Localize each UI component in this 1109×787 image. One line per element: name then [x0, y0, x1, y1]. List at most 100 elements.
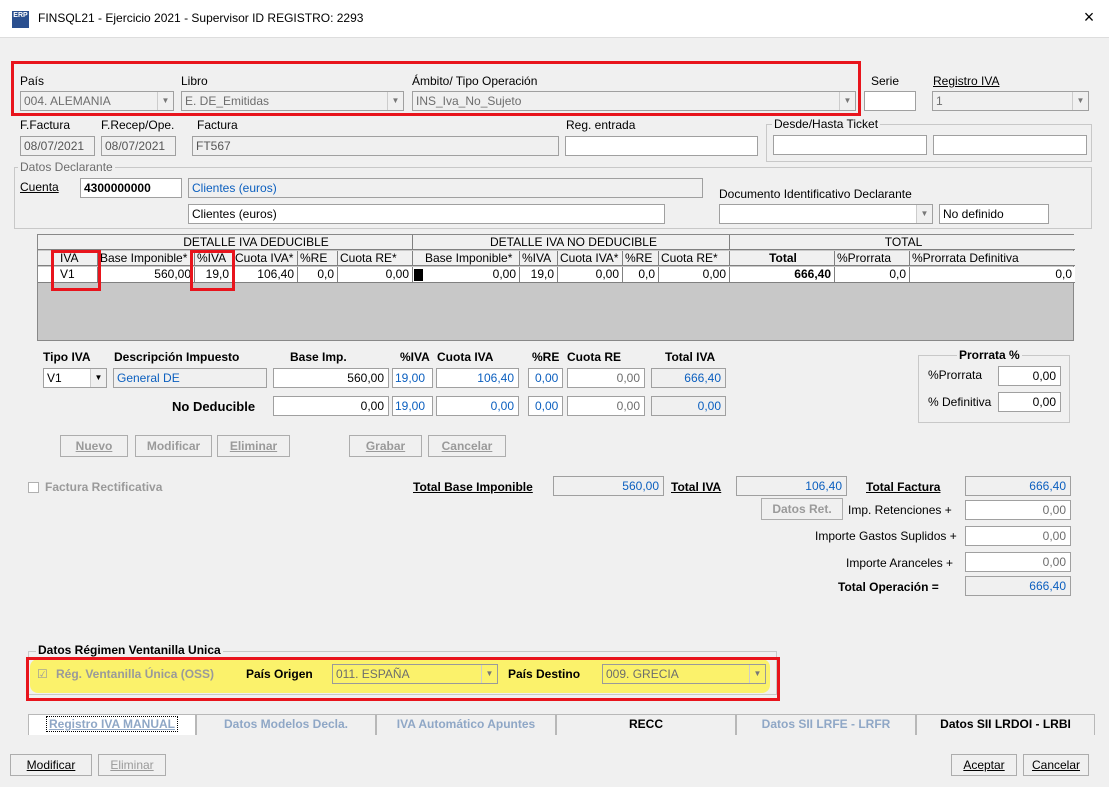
- highlight-header-box: [11, 61, 861, 116]
- aranceles-field[interactable]: 0,00: [965, 552, 1071, 572]
- cuota-re-label: Cuota RE: [567, 350, 621, 364]
- col-base[interactable]: Base Imponible*: [98, 251, 195, 266]
- eliminar-button[interactable]: Eliminar: [98, 754, 166, 776]
- col-cuota[interactable]: Cuota IVA*: [233, 251, 298, 266]
- col-cuotare[interactable]: Cuota RE*: [338, 251, 413, 266]
- cell-nbase[interactable]: 0,00: [423, 267, 520, 282]
- total-iva-label: Total IVA: [665, 350, 716, 364]
- definitiva-field[interactable]: 0,00: [998, 392, 1061, 412]
- chevron-down-icon[interactable]: ▼: [90, 369, 106, 387]
- eliminar-detail-button[interactable]: Eliminar: [217, 435, 290, 457]
- retenciones-field[interactable]: 0,00: [965, 500, 1071, 520]
- highlight-piva-col: [190, 250, 235, 291]
- chevron-down-icon[interactable]: ▼: [1072, 92, 1088, 110]
- descripcion-field: General DE: [113, 368, 267, 388]
- cell-ncuota[interactable]: 0,00: [558, 267, 623, 282]
- regentrada-field[interactable]: [565, 136, 758, 156]
- app-logo-icon: ERP: [12, 11, 29, 28]
- tab-recc[interactable]: RECC: [556, 714, 736, 735]
- chevron-down-icon[interactable]: ▼: [916, 205, 932, 223]
- tab-datos-modelos[interactable]: Datos Modelos Decla.: [196, 714, 376, 735]
- regentrada-label: Reg. entrada: [566, 118, 636, 132]
- total-iva-summary-field: 106,40: [736, 476, 847, 496]
- total-base-field: 560,00: [553, 476, 664, 496]
- cell-total[interactable]: 666,40: [730, 267, 835, 282]
- doc-select[interactable]: ▼: [719, 204, 933, 224]
- piva1-field[interactable]: 19,00: [392, 368, 433, 388]
- col-total[interactable]: Total: [730, 251, 835, 266]
- cuota2-field[interactable]: 0,00: [436, 396, 519, 416]
- nuevo-button[interactable]: Nuevo: [60, 435, 128, 457]
- grid-section-header: DETALLE IVA DEDUCIBLE DETALLE IVA NO DED…: [38, 235, 1075, 250]
- declarante-group-title: Datos Declarante: [18, 160, 115, 174]
- cuota1-field[interactable]: 106,40: [436, 368, 519, 388]
- tipo-iva-label: Tipo IVA: [43, 350, 91, 364]
- modificar-button[interactable]: Modificar: [10, 754, 92, 776]
- frecep-field[interactable]: 08/07/2021: [101, 136, 176, 156]
- cuenta-field[interactable]: 4300000000: [80, 178, 182, 198]
- cell-cuota[interactable]: 106,40: [233, 267, 298, 282]
- cancelar-button[interactable]: Cancelar: [1023, 754, 1089, 776]
- tab-iva-automatico[interactable]: IVA Automático Apuntes: [376, 714, 556, 735]
- col-pre[interactable]: %RE: [298, 251, 338, 266]
- title-bar: ERP FINSQL21 - Ejercicio 2021 - Supervis…: [0, 0, 1109, 38]
- factura-field[interactable]: FT567: [192, 136, 559, 156]
- prorrata-field[interactable]: 0,00: [998, 366, 1061, 386]
- ticket-hasta-field[interactable]: [933, 135, 1087, 155]
- rectificativa-checkbox[interactable]: [28, 482, 39, 493]
- col-prorrata[interactable]: %Prorrata: [835, 251, 910, 266]
- pre-label: %RE: [532, 350, 560, 364]
- cuenta-nombre-2[interactable]: Clientes (euros): [188, 204, 665, 224]
- prorrata-group-title: Prorrata %: [957, 348, 1022, 362]
- cell-npiva[interactable]: 19,0: [520, 267, 558, 282]
- cancelar-detail-button[interactable]: Cancelar: [428, 435, 506, 457]
- modificar-detail-button[interactable]: Modificar: [135, 435, 212, 457]
- total-factura-field: 666,40: [965, 476, 1071, 496]
- base1-field[interactable]: 560,00: [273, 368, 389, 388]
- tab-sii-lrdoi[interactable]: Datos SII LRDOI - LRBI: [916, 714, 1095, 735]
- base2-field[interactable]: 0,00: [273, 396, 389, 416]
- serie-field[interactable]: [864, 91, 916, 111]
- cell-prorratadef[interactable]: 0,0: [910, 267, 1075, 282]
- cell-npre[interactable]: 0,0: [623, 267, 659, 282]
- ticket-desde-field[interactable]: [773, 135, 927, 155]
- tab-registro-iva-manual[interactable]: Registro IVA MANUAL: [28, 714, 196, 735]
- grid-sec-nodeducible: DETALLE IVA NO DEDUCIBLE: [416, 235, 730, 250]
- registro-select[interactable]: 1 ▼: [932, 91, 1089, 111]
- cell-prorrata[interactable]: 0,0: [835, 267, 910, 282]
- col-nbase[interactable]: Base Imponible*: [423, 251, 520, 266]
- cuotare2-field[interactable]: 0,00: [567, 396, 645, 416]
- suplidos-field[interactable]: 0,00: [965, 526, 1071, 546]
- cell-pre[interactable]: 0,0: [298, 267, 338, 282]
- datos-ret-button[interactable]: Datos Ret.: [761, 498, 843, 520]
- rectificativa-label: Factura Rectificativa: [45, 480, 163, 494]
- total-operacion-field: 666,40: [965, 576, 1071, 596]
- serie-label: Serie: [871, 74, 900, 88]
- pre1-field[interactable]: 0,00: [528, 368, 563, 388]
- window-title: FINSQL21 - Ejercicio 2021 - Supervisor I…: [38, 11, 364, 25]
- piva2-field[interactable]: 19,00: [392, 396, 433, 416]
- cell-cuotare[interactable]: 0,00: [338, 267, 413, 282]
- col-npiva[interactable]: %IVA: [520, 251, 558, 266]
- grid-sec-total: TOTAL: [884, 235, 923, 249]
- cuotare1-field[interactable]: 0,00: [567, 368, 645, 388]
- close-icon[interactable]: ×: [1078, 7, 1100, 28]
- col-ncuota[interactable]: Cuota IVA*: [558, 251, 623, 266]
- cell-ncuotare[interactable]: 0,00: [659, 267, 730, 282]
- descripcion-label: Descripción Impuesto: [114, 350, 240, 364]
- total-base-label: Total Base Imponible: [413, 480, 533, 494]
- col-ncuotare[interactable]: Cuota RE*: [659, 251, 730, 266]
- ffactura-field[interactable]: 08/07/2021: [20, 136, 95, 156]
- prorrata-label: %Prorrata: [928, 368, 983, 382]
- pre2-field[interactable]: 0,00: [528, 396, 563, 416]
- col-prorratadef[interactable]: %Prorrata Definitiva: [910, 251, 1075, 266]
- aceptar-button[interactable]: Aceptar: [951, 754, 1017, 776]
- tab-sii-lrfe[interactable]: Datos SII LRFE - LRFR: [736, 714, 916, 735]
- tipo-iva-select[interactable]: V1 ▼: [43, 368, 107, 388]
- grabar-button[interactable]: Grabar: [349, 435, 422, 457]
- cuenta-label: Cuenta: [20, 180, 59, 194]
- total-operacion-label: Total Operación =: [838, 580, 939, 594]
- cell-base[interactable]: 560,00: [98, 267, 195, 282]
- total1-field: 666,40: [651, 368, 726, 388]
- col-npre[interactable]: %RE: [623, 251, 659, 266]
